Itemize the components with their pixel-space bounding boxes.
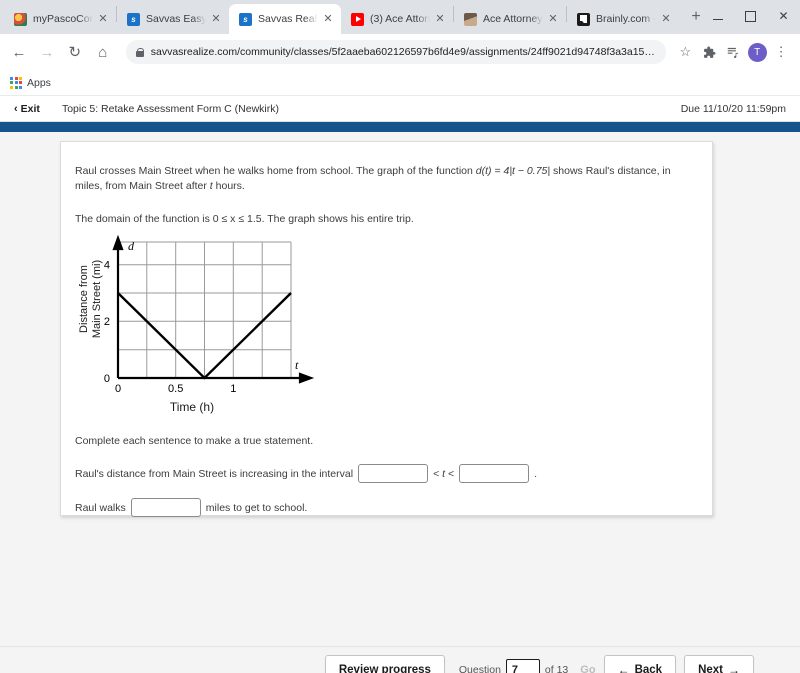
assessment-navigation-bar: Review progress Question 7 of 13 Go ← Ba… [0,646,800,673]
close-icon[interactable]: ✕ [321,12,335,26]
sentence-2-pre: Raul walks [75,501,126,514]
next-label: Next [698,664,723,673]
window-controls: ✕ [701,0,800,32]
question-label: Question [458,664,501,673]
tab-title: (3) Ace Attorney [370,13,430,25]
page-title: Topic 5: Retake Assessment Form C (Newki… [61,102,279,115]
x-axis-symbol: t [295,358,299,372]
x-tick-0point5: 0.5 [168,383,183,395]
bookmark-apps-label[interactable]: Apps [27,77,51,89]
question-card: Raul crosses Main Street when he walks h… [60,141,713,517]
close-icon[interactable]: ✕ [209,12,223,26]
close-icon[interactable]: ✕ [433,12,447,26]
brand-accent-bar [0,122,800,132]
maximize-icon[interactable] [734,0,767,32]
tab-title: Ace Attorney Obj [483,13,543,25]
review-progress-button[interactable]: Review progress [324,655,445,673]
back-button[interactable]: ← Back [603,655,677,673]
browser-chrome: myPascoConnect ✕ s Savvas EasyBridge ✕ s… [0,0,800,96]
tab-title: Brainly.com - Fo [596,13,656,25]
answer-input-upper-bound[interactable] [459,464,530,483]
apps-grid-icon [10,76,22,89]
q1-part-a: Raul crosses Main Street when he walks h… [75,165,476,177]
answer-sentence-2: Raul walks miles to get to school. [75,498,307,517]
savvas-icon: s [127,12,140,26]
savvas-icon: s [239,12,252,26]
question-paragraph-1: Raul crosses Main Street when he walks h… [75,164,685,194]
grid-lines [117,241,292,379]
forward-icon[interactable]: → [36,39,58,65]
browser-toolbar: ← → ↻ ⌂ savvasrealize.com/community/clas… [0,34,800,70]
minimize-icon[interactable] [701,0,734,32]
answer-input-lower-bound[interactable] [358,464,429,483]
tab-title: myPascoConnect [33,13,93,25]
tab-title: Savvas EasyBridge [146,13,206,25]
home-icon[interactable]: ⌂ [92,39,114,65]
q1-part-c: hours. [212,180,245,192]
browser-tabstrip: myPascoConnect ✕ s Savvas EasyBridge ✕ s… [0,0,800,34]
face-icon [464,12,477,26]
back-icon[interactable]: ← [8,39,30,65]
next-button[interactable]: Next → [684,655,754,673]
tab-title: Savvas Realize [258,13,318,25]
function-graph: Distance from Main Street (mi) d t 0 2 4… [73,230,323,425]
reload-icon[interactable]: ↻ [64,39,86,65]
exit-label: Exit [20,102,40,115]
y-tick-0: 0 [104,373,110,385]
browser-tab-ace-attorney-video[interactable]: (3) Ace Attorney ✕ [341,4,453,34]
question-paragraph-2: The domain of the function is 0 ≤ x ≤ 1.… [75,213,414,225]
answer-sentence-1: Raul's distance from Main Street is incr… [75,464,537,483]
assignment-header: ‹ Exit Topic 5: Retake Assessment Form C… [0,96,800,122]
x-axis-label: Time (h) [169,400,215,414]
sentence-2-post: miles to get to school. [205,501,308,514]
question-navigator: Question 7 of 13 Go [458,658,596,673]
y-axis-symbol: d [128,239,135,253]
browser-tab-mypascoconnect[interactable]: myPascoConnect ✕ [4,4,116,34]
question-total-label: of 13 [544,664,569,673]
q1-function: d(t) = 4|t − 0.75| [475,165,551,177]
bookmarks-bar: Apps [0,70,800,96]
chrome-menu-icon[interactable]: ⋮ [770,39,792,65]
close-icon[interactable]: ✕ [96,12,110,26]
brainly-icon [577,12,590,26]
arrow-right-icon: → [728,663,740,673]
question-number-input[interactable]: 7 [505,658,540,673]
extensions-puzzle-icon[interactable] [698,39,720,65]
url-text: savvasrealize.com/community/classes/5f2a… [150,46,657,58]
arrow-left-icon: ← [617,663,630,673]
x-tick-1: 1 [230,383,236,395]
question-prompt: Complete each sentence to make a true st… [75,435,314,447]
sentence-1-pre: Raul's distance from Main Street is incr… [75,467,354,480]
close-icon[interactable]: ✕ [546,12,560,26]
graph-svg: d t 0 2 4 0 0.5 1 [104,234,315,395]
window-close-icon[interactable]: ✕ [767,0,800,32]
bookmark-star-icon[interactable]: ☆ [674,39,696,65]
close-icon[interactable]: ✕ [659,12,673,26]
browser-tab-brainly[interactable]: Brainly.com - Fo ✕ [567,4,679,34]
address-bar[interactable]: savvasrealize.com/community/classes/5f2a… [125,40,667,64]
profile-avatar[interactable]: T [746,39,768,65]
browser-tab-savvas-easybridge[interactable]: s Savvas EasyBridge ✕ [117,4,229,34]
youtube-icon [351,12,364,26]
avatar-initial: T [747,42,767,62]
browser-tab-savvas-realize[interactable]: s Savvas Realize ✕ [229,4,341,34]
y-tick-4: 4 [104,260,110,272]
chevron-left-icon: ‹ [14,102,18,115]
exit-button[interactable]: ‹ Exit [14,103,40,115]
pasco-icon [14,12,27,26]
sentence-1-period: . [534,467,537,480]
go-button[interactable]: Go [580,664,595,673]
page-body: Raul crosses Main Street when he walks h… [0,132,800,673]
reading-list-icon[interactable] [722,39,744,65]
browser-tab-ace-attorney-obj[interactable]: Ace Attorney Obj ✕ [454,4,566,34]
x-tick-0: 0 [115,383,121,395]
answer-input-distance[interactable] [130,498,201,517]
y-tick-2: 2 [104,316,110,328]
due-date-text: Due 11/10/20 11:59pm [680,102,786,115]
lock-icon [135,47,145,57]
sentence-1-inequality: < t < [433,467,455,480]
axes [112,234,315,384]
back-label: Back [634,664,663,673]
